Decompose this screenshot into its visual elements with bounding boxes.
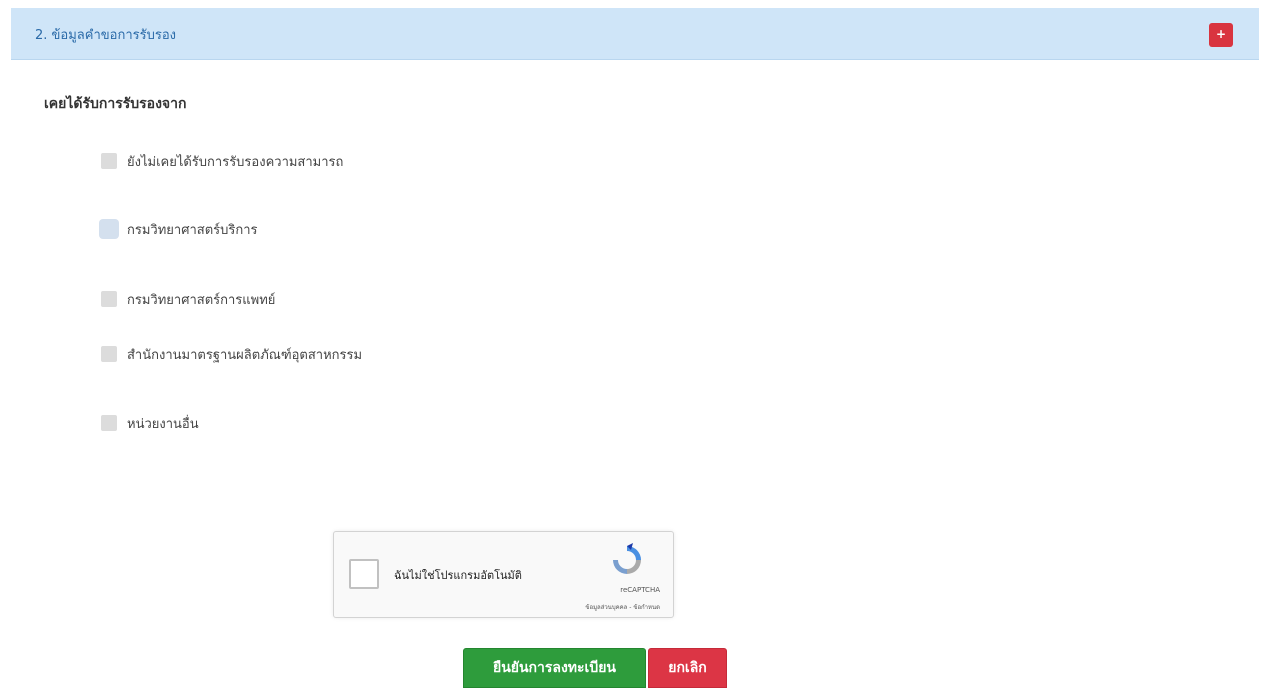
checkbox[interactable] (101, 291, 117, 307)
checkbox-label: สำนักงานมาตรฐานผลิตภัณฑ์อุตสาหกรรม (127, 347, 363, 363)
checkbox[interactable] (101, 153, 117, 169)
cancel-button[interactable]: ยกเลิก (648, 648, 727, 688)
option-tisi[interactable]: สำนักงานมาตรฐานผลิตภัณฑ์อุตสาหกรรม (101, 344, 362, 364)
option-not-accredited[interactable]: ยังไม่เคยได้รับการรับรองความสามารถ (101, 151, 343, 171)
expand-toggle-button[interactable]: + (1209, 23, 1233, 47)
recaptcha-privacy-terms-link[interactable]: ข้อมูลส่วนบุคคล - ข้อกำหนด (585, 602, 660, 612)
section-header[interactable]: 2. ข้อมูลคำขอการรับรอง + (11, 8, 1259, 60)
option-dmsc[interactable]: กรมวิทยาศาสตร์การแพทย์ (101, 289, 275, 309)
checkbox[interactable] (101, 415, 117, 431)
section-title: 2. ข้อมูลคำขอการรับรอง (35, 28, 176, 43)
recaptcha-logo-icon (613, 543, 641, 574)
checkbox[interactable] (101, 346, 117, 362)
checkbox-label: กรมวิทยาศาสตร์การแพทย์ (127, 292, 276, 308)
accreditation-group-label: เคยได้รับการรับรองจาก (44, 96, 187, 112)
checkbox-label: ยังไม่เคยได้รับการรับรองความสามารถ (127, 154, 344, 170)
option-other-agency[interactable]: หน่วยงานอื่น (101, 413, 199, 433)
option-dss[interactable]: กรมวิทยาศาสตร์บริการ (99, 219, 258, 239)
recaptcha-widget: ฉันไม่ใช่โปรแกรมอัตโนมัติ reCAPTCHA ข้อม… (333, 531, 674, 618)
confirm-registration-button[interactable]: ยืนยันการลงทะเบียน (463, 648, 646, 688)
checkbox[interactable] (99, 219, 119, 239)
recaptcha-brand: reCAPTCHA (620, 586, 660, 594)
recaptcha-label: ฉันไม่ใช่โปรแกรมอัตโนมัติ (394, 569, 522, 582)
checkbox-label: หน่วยงานอื่น (127, 416, 199, 432)
checkbox-label: กรมวิทยาศาสตร์บริการ (127, 222, 258, 238)
recaptcha-checkbox[interactable] (349, 559, 379, 589)
